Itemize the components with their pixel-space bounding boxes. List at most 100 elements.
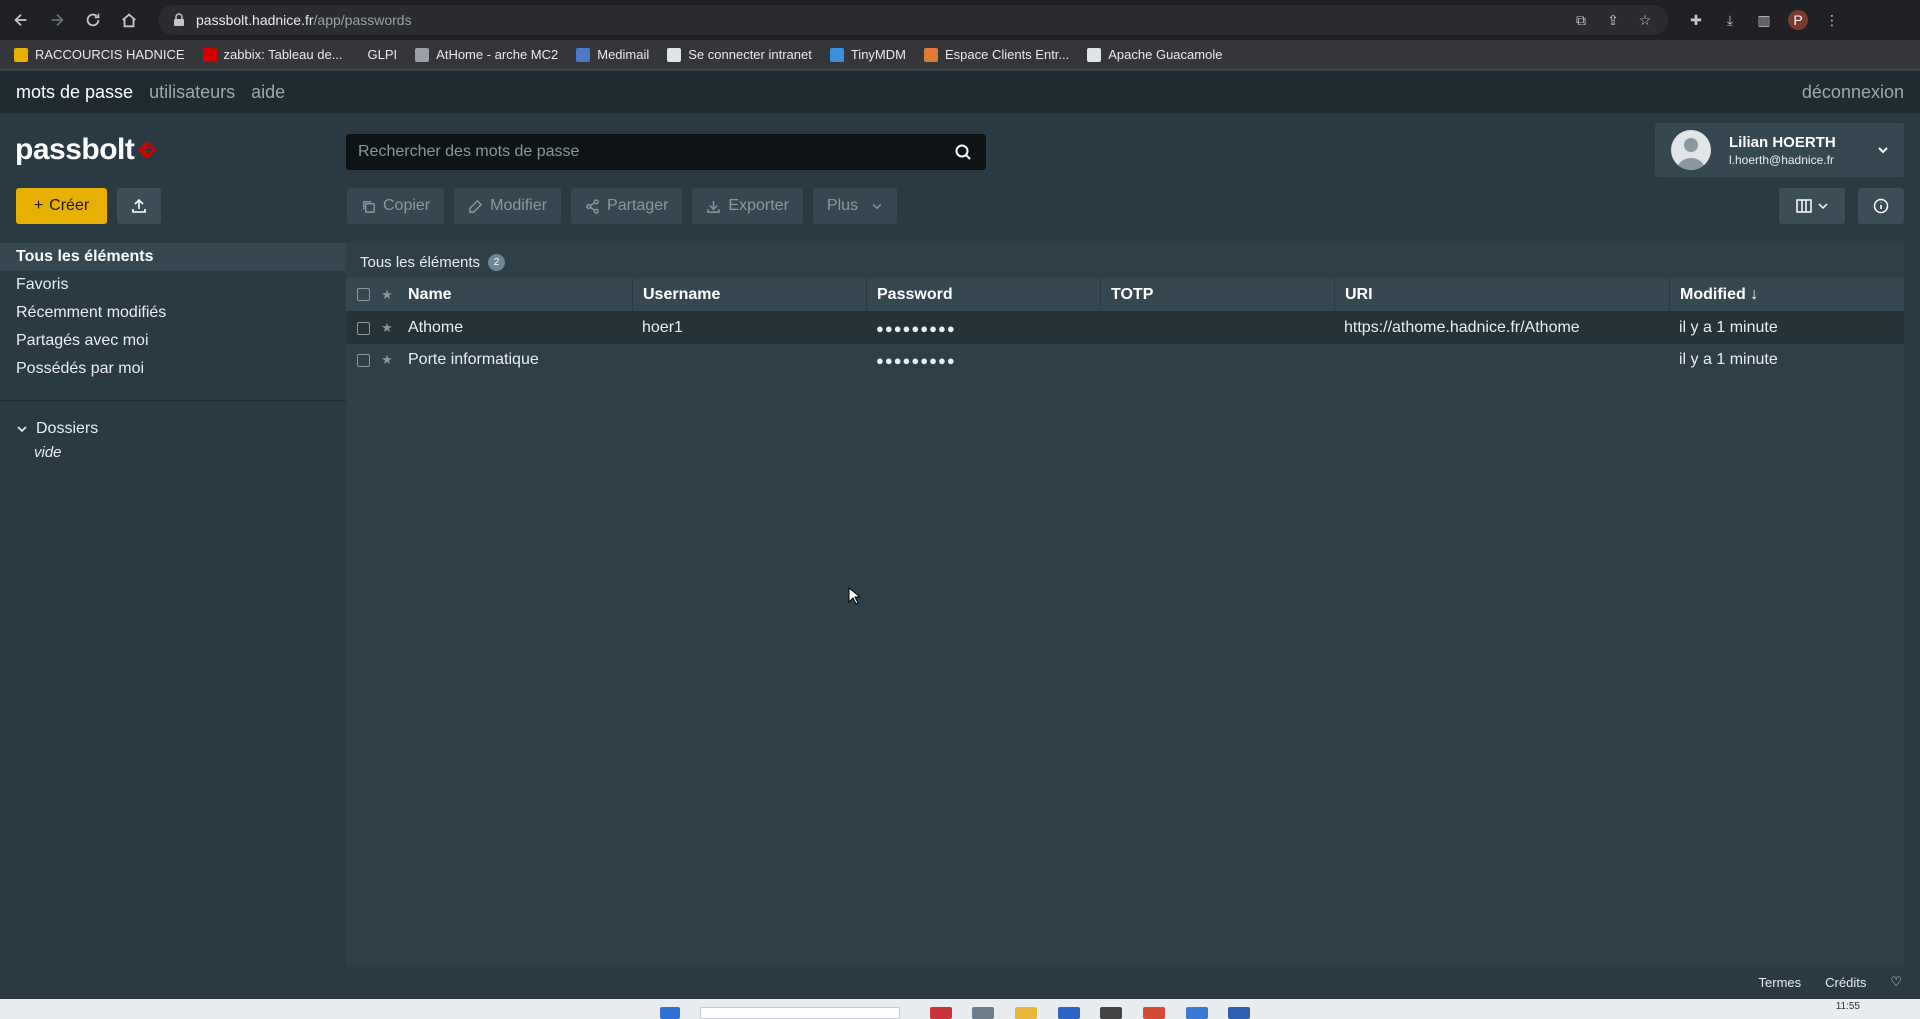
bookmark-label: RACCOURCIS HADNICE bbox=[35, 47, 185, 62]
bookmark-item[interactable]: AtHome - arche MC2 bbox=[415, 47, 558, 62]
download-icon[interactable]: ⤓ bbox=[1720, 10, 1740, 30]
folder-icon bbox=[14, 47, 28, 62]
sidebar-filter-item[interactable]: Favoris bbox=[0, 271, 346, 299]
cell-username[interactable]: hoer1 bbox=[632, 319, 866, 337]
column-totp[interactable]: TOTP bbox=[1100, 277, 1334, 312]
import-button[interactable] bbox=[117, 188, 161, 224]
reload-button[interactable] bbox=[78, 5, 108, 35]
taskbar-app-icon[interactable] bbox=[1228, 1007, 1250, 1019]
bookmark-label: GLPI bbox=[367, 47, 398, 62]
bookmark-item[interactable]: Se connecter intranet bbox=[667, 47, 812, 62]
column-name[interactable]: Name bbox=[398, 278, 632, 312]
columns-settings-button[interactable] bbox=[1779, 188, 1845, 224]
export-label: Exporter bbox=[728, 197, 789, 214]
nav-help[interactable]: aide bbox=[251, 82, 285, 103]
row-checkbox[interactable] bbox=[350, 353, 376, 367]
taskbar-app-icon[interactable] bbox=[972, 1007, 994, 1019]
tinymdm-icon bbox=[829, 47, 844, 62]
address-bar[interactable]: passbolt.hadnice.fr/app/passwords ⧉ ⇪ ☆ bbox=[158, 5, 1668, 35]
user-profile-dropdown[interactable]: Lilian HOERTH l.hoerth@hadnice.fr bbox=[1655, 123, 1904, 177]
share-button[interactable]: Partager bbox=[571, 188, 683, 224]
intranet-icon bbox=[667, 47, 682, 62]
chevron-down-icon bbox=[1878, 147, 1888, 154]
app-navigation: mots de passe utilisateurs aide déconnex… bbox=[0, 71, 1920, 113]
forward-button[interactable] bbox=[42, 5, 72, 35]
table-row[interactable]: ★ Porte informatique ●●●●●●●●● il y a 1 min… bbox=[346, 344, 1904, 376]
sidebar-filter-item[interactable]: Partagés avec moi bbox=[0, 327, 346, 355]
passbolt-logo[interactable]: passbolt bbox=[15, 133, 158, 167]
profile-avatar[interactable]: P bbox=[1788, 10, 1808, 30]
folders-empty-text: vide bbox=[34, 444, 62, 461]
column-modified[interactable]: Modified ↓ bbox=[1669, 277, 1899, 312]
extensions-puzzle-icon[interactable]: ✚ bbox=[1686, 10, 1706, 30]
sidebar-filter-item[interactable]: Tous les éléments bbox=[0, 243, 346, 271]
taskbar-app-icon[interactable] bbox=[1058, 1007, 1080, 1019]
taskbar-chrome-icon[interactable] bbox=[1143, 1007, 1165, 1019]
cell-password[interactable]: ●●●●●●●●● bbox=[866, 353, 1100, 368]
copy-icon bbox=[363, 200, 375, 213]
bookmark-star-icon[interactable]: ☆ bbox=[1636, 11, 1654, 29]
avatar bbox=[1671, 130, 1711, 170]
globe-icon bbox=[415, 47, 430, 62]
arrow-right-icon bbox=[51, 13, 64, 27]
search-icon[interactable] bbox=[954, 143, 972, 161]
select-all-checkbox[interactable] bbox=[350, 288, 376, 301]
column-uri[interactable]: URI bbox=[1334, 277, 1669, 312]
bookmark-label: Espace Clients Entr... bbox=[944, 47, 1070, 62]
create-button[interactable]: + Créer bbox=[16, 188, 107, 224]
taskbar-search[interactable] bbox=[700, 1007, 900, 1019]
bookmark-item[interactable]: Medimail bbox=[576, 47, 649, 62]
bookmark-item[interactable]: zabbix: Tableau de... bbox=[202, 47, 343, 62]
credits-link[interactable]: Crédits bbox=[1825, 975, 1866, 990]
taskbar-app-icon[interactable] bbox=[1186, 1007, 1208, 1019]
share-page-icon[interactable]: ⇪ bbox=[1604, 11, 1622, 29]
count-badge: 2 bbox=[488, 253, 506, 271]
bookmark-item[interactable]: GLPI bbox=[361, 47, 398, 62]
cell-name: Athome bbox=[408, 319, 464, 336]
nav-passwords[interactable]: mots de passe bbox=[16, 82, 133, 103]
column-password[interactable]: Password bbox=[866, 277, 1100, 312]
terms-link[interactable]: Termes bbox=[1759, 975, 1802, 990]
sidebar-filter-item[interactable]: Récemment modifiés bbox=[0, 299, 346, 327]
favorite-star-icon[interactable]: ★ bbox=[376, 320, 398, 336]
favorite-star-icon[interactable]: ★ bbox=[376, 352, 398, 368]
folders-toggle[interactable]: Dossiers bbox=[16, 420, 98, 438]
nav-users[interactable]: utilisateurs bbox=[149, 82, 235, 103]
row-checkbox[interactable] bbox=[350, 321, 376, 335]
folders-section: Dossiers vide bbox=[16, 420, 98, 461]
sidebar-filter-item[interactable]: Possédés par moi bbox=[0, 355, 346, 383]
search-input[interactable]: Rechercher des mots de passe bbox=[346, 134, 986, 170]
back-button[interactable] bbox=[6, 5, 36, 35]
taskbar-app-icon[interactable] bbox=[1100, 1007, 1122, 1019]
heart-icon[interactable]: ♡ bbox=[1890, 974, 1902, 990]
bookmark-item[interactable]: Apache Guacamole bbox=[1087, 47, 1222, 62]
favorite-header-star-icon: ★ bbox=[381, 286, 393, 302]
table-row[interactable]: ★ Athome hoer1 ●●●●●●●●● https://athome.hadn… bbox=[346, 312, 1904, 344]
guacamole-icon bbox=[1087, 47, 1102, 62]
taskbar-folder-icon[interactable] bbox=[1015, 1007, 1037, 1019]
password-workspace: Tous les éléments 2 ★ Name Username Pass… bbox=[346, 243, 1904, 965]
bookmark-label: Medimail bbox=[597, 47, 650, 62]
copy-button[interactable]: Copier bbox=[347, 188, 445, 224]
translate-icon[interactable]: ⧉ bbox=[1572, 11, 1590, 29]
browser-menu-icon[interactable]: ⋮ bbox=[1822, 10, 1842, 30]
windows-start-icon[interactable] bbox=[660, 1007, 680, 1019]
more-button[interactable]: Plus bbox=[812, 188, 898, 224]
column-username[interactable]: Username bbox=[632, 277, 866, 312]
info-panel-button[interactable] bbox=[1858, 188, 1904, 224]
cell-password[interactable]: ●●●●●●●●● bbox=[866, 321, 1100, 336]
folders-title: Dossiers bbox=[36, 420, 99, 437]
bookmark-label: Se connecter intranet bbox=[688, 47, 812, 62]
bookmark-item[interactable]: Espace Clients Entr... bbox=[923, 47, 1070, 62]
bookmarks-bar: RACCOURCIS HADNICE zabbix: Tableau de... G… bbox=[0, 40, 1920, 70]
export-button[interactable]: Exporter bbox=[692, 188, 803, 224]
bookmark-item[interactable]: TinyMDM bbox=[829, 47, 906, 62]
logout-link[interactable]: déconnexion bbox=[1802, 82, 1904, 103]
taskbar-app-icon[interactable] bbox=[930, 1007, 952, 1019]
upload-icon bbox=[132, 198, 146, 213]
bookmark-item[interactable]: RACCOURCIS HADNICE bbox=[14, 47, 185, 62]
home-button[interactable] bbox=[114, 5, 144, 35]
edit-button[interactable]: Modifier bbox=[454, 188, 562, 224]
side-panel-icon[interactable]: ▥ bbox=[1754, 10, 1774, 30]
cell-uri[interactable]: https://athome.hadnice.fr/Athome bbox=[1334, 319, 1669, 337]
